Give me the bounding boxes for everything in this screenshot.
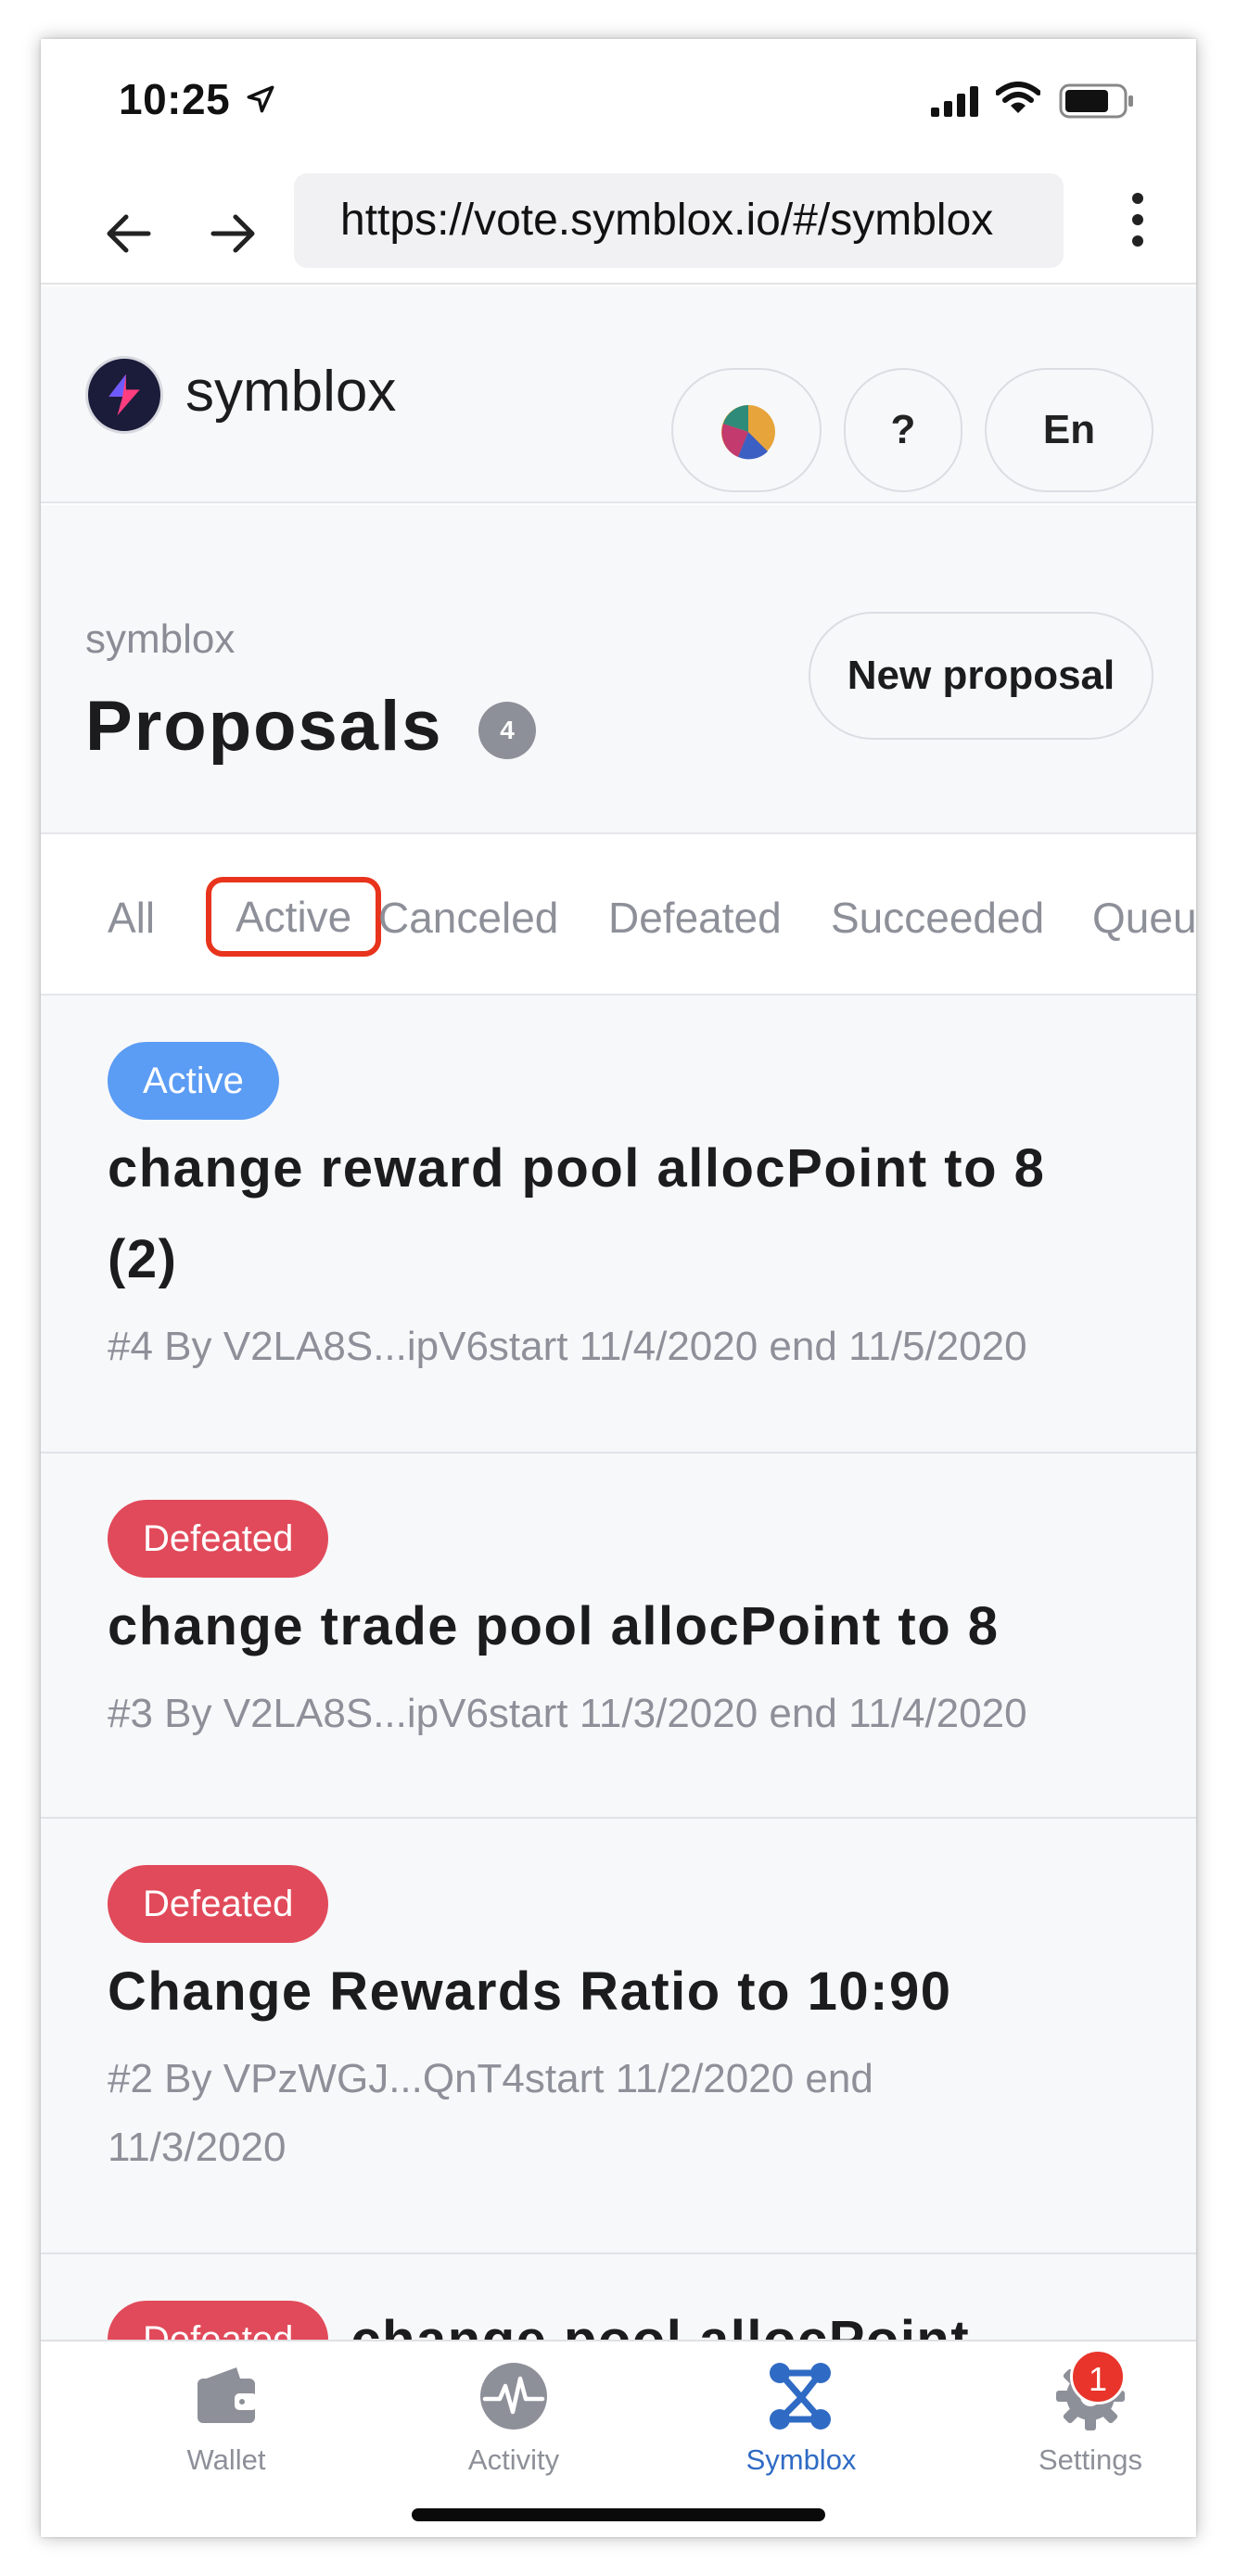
home-indicator [412,2508,825,2521]
more-menu-icon[interactable] [1128,193,1148,250]
filter-tabs: All Active Canceled Defeated Succeeded Q… [41,836,1196,996]
nav-activity-label: Activity [467,2443,560,2476]
wifi-icon [996,82,1040,113]
settings-notification-badge: 1 [1070,2349,1126,2405]
nav-settings-label: Settings [1038,2443,1142,2476]
symblox-logo-icon [85,356,163,434]
status-bar: 10:25 [41,39,1196,159]
battery-icon [1059,83,1133,119]
proposal-meta: #4 By V2LA8S...ipV6start 11/4/2020 end 1… [108,1324,1027,1369]
page-title: Proposals [85,687,443,766]
tab-canceled[interactable]: Canceled [378,881,558,955]
space-name: symblox [85,616,236,662]
url-input[interactable]: https://vote.symblox.io/#/symblox [294,173,1064,268]
proposal-meta: #2 By VPzWGJ...QnT4start 11/2/2020 end 1… [108,2056,873,2170]
brand-name: symblox [185,360,397,424]
proposal-card[interactable]: Defeated Change Rewards Ratio to 10:90 #… [41,1819,1196,2254]
proposal-meta: #3 By V2LA8S...ipV6start 11/3/2020 end 1… [108,1691,1027,1736]
location-arrow-icon [247,85,274,113]
proposal-title: change reward pool allocPoint to 8 (2) [108,1138,1046,1289]
nav-wallet[interactable]: Wallet [115,2358,338,2477]
proposal-card[interactable]: Active change reward pool allocPoint to … [41,996,1196,1453]
nav-symblox-label: Symblox [745,2443,857,2476]
status-time: 10:25 [119,75,231,123]
nav-activity[interactable]: Activity [402,2358,625,2477]
proposal-title: Change Rewards Ratio to 10:90 [108,1961,952,2022]
status-badge: Active [108,1042,279,1120]
new-proposal-button[interactable]: New proposal [809,612,1153,740]
nav-wallet-label: Wallet [186,2443,266,2476]
proposals-header: symblox Proposals 4 New proposal [41,505,1196,834]
forward-arrow-icon[interactable] [206,206,261,261]
proposal-title: change trade pool allocPoint to 8 [108,1596,1000,1656]
symblox-network-icon [770,2363,831,2430]
activity-pulse-icon [480,2363,547,2430]
proposal-list: Active change reward pool allocPoint to … [41,996,1196,2340]
proposal-title: change pool allocPoint [350,2295,970,2340]
wallet-icon [198,2367,257,2423]
proposal-count-badge: 4 [478,702,536,759]
connect-wallet-button[interactable] [671,368,822,492]
phone-screen: 10:25 https://vote.symblox.io/#/symblox … [41,39,1196,2537]
proposal-card[interactable]: Defeated change trade pool allocPoint to… [41,1453,1196,1819]
status-badge: Defeated [108,1865,329,1943]
tab-defeated[interactable]: Defeated [608,881,782,955]
back-arrow-icon[interactable] [100,206,156,261]
tab-queued[interactable]: Queu [1092,881,1196,955]
help-button[interactable]: ? [844,368,962,492]
wallet-avatar-icon [721,405,775,460]
tab-all[interactable]: All [108,881,155,955]
proposal-card[interactable]: Defeated change pool allocPoint [41,2254,1196,2340]
tab-active[interactable]: Active [206,877,382,957]
tab-succeeded[interactable]: Succeeded [831,881,1044,955]
status-badge: Defeated [108,2301,329,2340]
nav-symblox[interactable]: Symblox [690,2358,912,2477]
language-button[interactable]: En [985,368,1153,492]
cellular-signal-icon [931,86,978,117]
status-badge: Defeated [108,1500,329,1578]
